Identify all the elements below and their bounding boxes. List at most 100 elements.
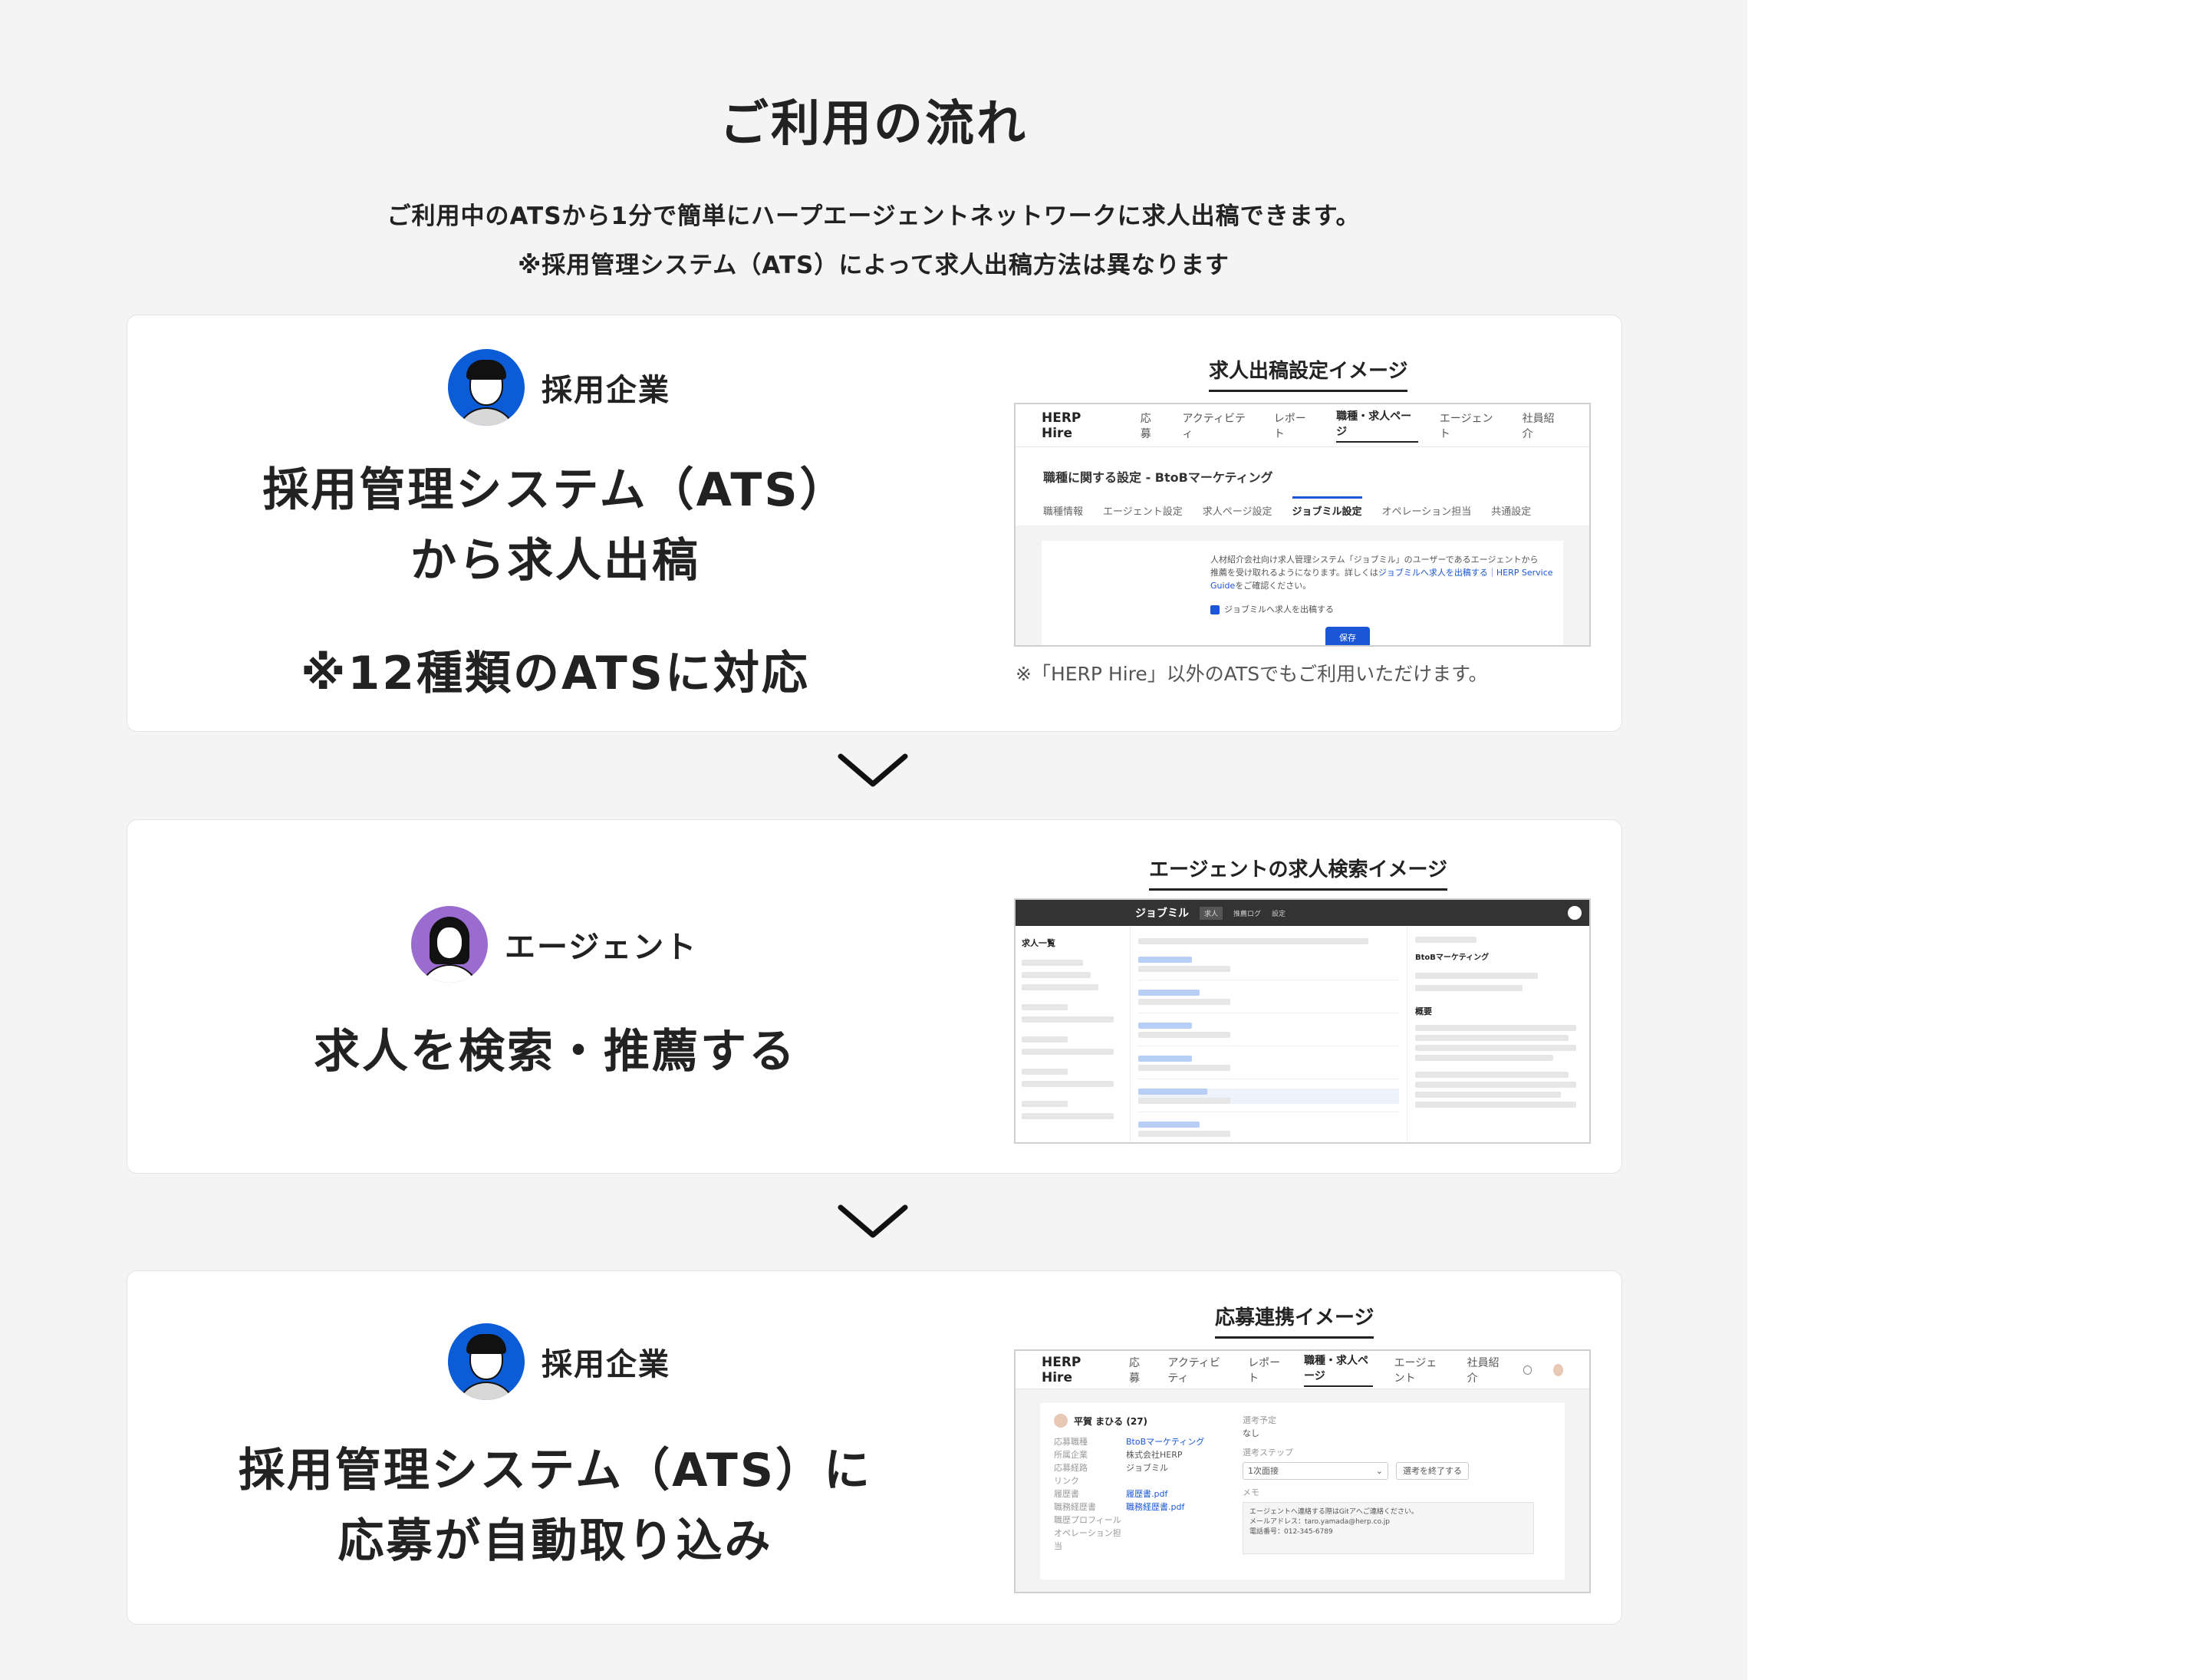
headline-line-1: 採用管理システム（ATS）: [262, 463, 848, 517]
selection-info: 選考予定 なし 選考ステップ 1次面接 ⌄ 選考を終了する メモ エージェントへ連…: [1230, 1414, 1551, 1569]
company-avatar-icon: [448, 1323, 525, 1400]
field-row: オペレーション担当: [1054, 1528, 1121, 1551]
list-item-selected: [1138, 1089, 1399, 1104]
nav-item: 社員紹介: [1522, 412, 1555, 440]
nav-item: アクティビティ: [1167, 1356, 1220, 1385]
jobmil-logo: ジョブミル: [1135, 908, 1189, 920]
nav-item: エージェント: [1439, 412, 1493, 440]
page-subtitle: ご利用中のATSから1分で簡単にハープエージェントネットワークに求人出稿できます…: [387, 203, 1361, 230]
jobmil-tab: 推薦ログ: [1233, 910, 1262, 918]
headline-line-1: 採用管理システム（ATS）に: [238, 1444, 873, 1497]
page-title: ご利用の流れ: [719, 96, 1028, 153]
agent-search-screenshot: ジョブミル 求人 推薦ログ 設定 求人一覧 BtoBマーケティング 概要: [1014, 898, 1591, 1144]
memo-label: メモ: [1243, 1487, 1259, 1497]
ats-footnote: ※「HERP Hire」以外のATSでもご利用いただけます。: [1016, 663, 1488, 685]
ats-support-note: ※12種類のATSに対応: [301, 647, 810, 700]
nav-item: 社員紹介: [1467, 1356, 1500, 1385]
company-avatar-icon: [448, 349, 525, 426]
job-posting-settings-screenshot: HERP Hire 応募 アクティビティ レポート 職種・求人ページ エージェン…: [1014, 403, 1591, 647]
nav-item-active: 職種・求人ページ: [1303, 1352, 1373, 1387]
candidate-panel: 平賀 まひる (27) 応募職種 BtoBマーケティング 所属企業 株式会社HERP…: [1040, 1403, 1565, 1580]
list-item: [1138, 990, 1399, 1005]
schedule-value: なし: [1243, 1428, 1259, 1438]
screenshot-caption: エージェントの求人検索イメージ: [1149, 854, 1447, 891]
jobmil-tab: 求人: [1200, 906, 1223, 920]
end-selection-button: 選考を終了する: [1396, 1462, 1469, 1480]
search-sidebar: 求人一覧: [1016, 926, 1131, 1142]
role-badge: エージェント: [411, 906, 697, 983]
publish-checkbox-row: ジョブミルへ求人を出稿する: [1210, 603, 1563, 616]
job-list: [1131, 926, 1407, 1142]
job-detail-title: BtoBマーケティング: [1415, 954, 1490, 962]
step-select: 1次面接 ⌄: [1243, 1462, 1388, 1480]
page-subtitle-note: ※採用管理システム（ATS）によって求人出稿方法は異なります: [518, 252, 1230, 279]
user-avatar-icon: [1568, 906, 1582, 920]
headline-line-2: から求人出稿: [410, 534, 700, 588]
field-row: リンク: [1054, 1476, 1079, 1486]
field-row: 職務経歴書 職務経歴書.pdf: [1054, 1502, 1185, 1512]
nav-item: 応募: [1140, 412, 1151, 440]
candidate-avatar: [1054, 1414, 1068, 1428]
list-item: [1138, 1056, 1399, 1071]
role-label: 採用企業: [542, 373, 670, 408]
role-label: 採用企業: [542, 1347, 670, 1382]
field-row: 職歴プロフィール: [1054, 1515, 1121, 1525]
step-headline: 採用管理システム（ATS）に 応募が自動取り込み: [127, 1435, 983, 1576]
nav-item: レポート: [1248, 1356, 1281, 1385]
job-detail: BtoBマーケティング 概要: [1407, 926, 1589, 1142]
job-detail-section: 概要: [1415, 1006, 1432, 1016]
field-row: 履歴書 履歴書.pdf: [1054, 1489, 1168, 1499]
herp-logo: HERP Hire: [1042, 410, 1081, 441]
nav-item-active: 職種・求人ページ: [1336, 408, 1418, 443]
settings-tab: オペレーション担当: [1381, 506, 1472, 518]
mini-nav: HERP Hire 応募 アクティビティ レポート 職種・求人ページ エージェン…: [1016, 1351, 1589, 1389]
screenshot-caption: 求人出稿設定イメージ: [1209, 355, 1408, 392]
chat-icon: [1523, 1365, 1532, 1375]
field-row: 応募職種 BtoBマーケティング: [1054, 1437, 1205, 1447]
step-card-2: エージェント 求人を検索・推薦する エージェントの求人検索イメージ ジョブミル …: [127, 819, 1622, 1174]
list-item: [1138, 1122, 1399, 1137]
chevron-down-icon: [838, 753, 908, 787]
agent-avatar-icon: [411, 906, 488, 983]
checkbox-checked-icon: [1210, 604, 1220, 614]
settings-tab: 職種情報: [1043, 506, 1084, 518]
settings-heading: 職種に関する設定 - BtoBマーケティング: [1043, 470, 1273, 485]
jobmil-header: ジョブミル 求人 推薦ログ 設定: [1016, 900, 1589, 926]
role-badge: 採用企業: [448, 349, 670, 426]
list-item: [1138, 1023, 1399, 1038]
settings-tab: 共通設定: [1491, 506, 1532, 518]
step-label: 選考ステップ: [1243, 1448, 1293, 1458]
herp-logo: HERP Hire: [1042, 1354, 1081, 1385]
settings-panel: 人材紹介会社向け求人管理システム「ジョブミル」のユーザーであるエージェントから …: [1042, 541, 1563, 645]
sidebar-title: 求人一覧: [1022, 938, 1055, 948]
step-card-3: 採用企業 採用管理システム（ATS）に 応募が自動取り込み 応募連携イメージ H…: [127, 1270, 1622, 1625]
candidate-name: 平賀 まひる (27): [1074, 1415, 1148, 1427]
settings-tab-active: ジョブミル設定: [1292, 496, 1362, 518]
nav-item: エージェント: [1394, 1356, 1437, 1385]
field-row: 応募経路 ジョブミル: [1054, 1463, 1168, 1473]
settings-body: 人材紹介会社向け求人管理システム「ジョブミル」のユーザーであるエージェントから …: [1210, 555, 1553, 591]
role-label: エージェント: [505, 930, 698, 965]
settings-tab: エージェント設定: [1103, 506, 1183, 518]
step-headline: 採用管理システム（ATS） から求人出稿: [127, 455, 983, 596]
role-badge: 採用企業: [448, 1323, 670, 1400]
candidate-info: 平賀 まひる (27) 応募職種 BtoBマーケティング 所属企業 株式会社HERP…: [1054, 1414, 1230, 1569]
chevron-down-icon: [838, 1204, 908, 1238]
nav-item: レポート: [1273, 412, 1306, 440]
mini-nav: HERP Hire 応募 アクティビティ レポート 職種・求人ページ エージェン…: [1016, 404, 1589, 447]
checkbox-label: ジョブミルへ求人を出稿する: [1224, 604, 1334, 614]
field-row: 所属企業 株式会社HERP: [1054, 1450, 1183, 1460]
user-avatar-icon: [1553, 1363, 1563, 1376]
headline-line-2: 応募が自動取り込み: [337, 1514, 773, 1568]
jobmil-tab: 設定: [1272, 910, 1286, 918]
nav-item: アクティビティ: [1182, 412, 1246, 440]
headline-line-1: 求人を検索・推薦する: [314, 1025, 797, 1079]
application-integration-screenshot: HERP Hire 応募 アクティビティ レポート 職種・求人ページ エージェン…: [1014, 1349, 1591, 1593]
screenshot-caption: 応募連携イメージ: [1215, 1302, 1374, 1339]
settings-tab: 求人ページ設定: [1202, 506, 1272, 518]
step-headline: 求人を検索・推薦する: [127, 1016, 983, 1087]
step-card-1: 採用企業 採用管理システム（ATS） から求人出稿 ※12種類のATSに対応 求…: [127, 315, 1622, 732]
list-item: [1138, 957, 1399, 972]
save-button: 保存: [1325, 627, 1370, 645]
chevron-down-icon: ⌄: [1375, 1466, 1383, 1476]
